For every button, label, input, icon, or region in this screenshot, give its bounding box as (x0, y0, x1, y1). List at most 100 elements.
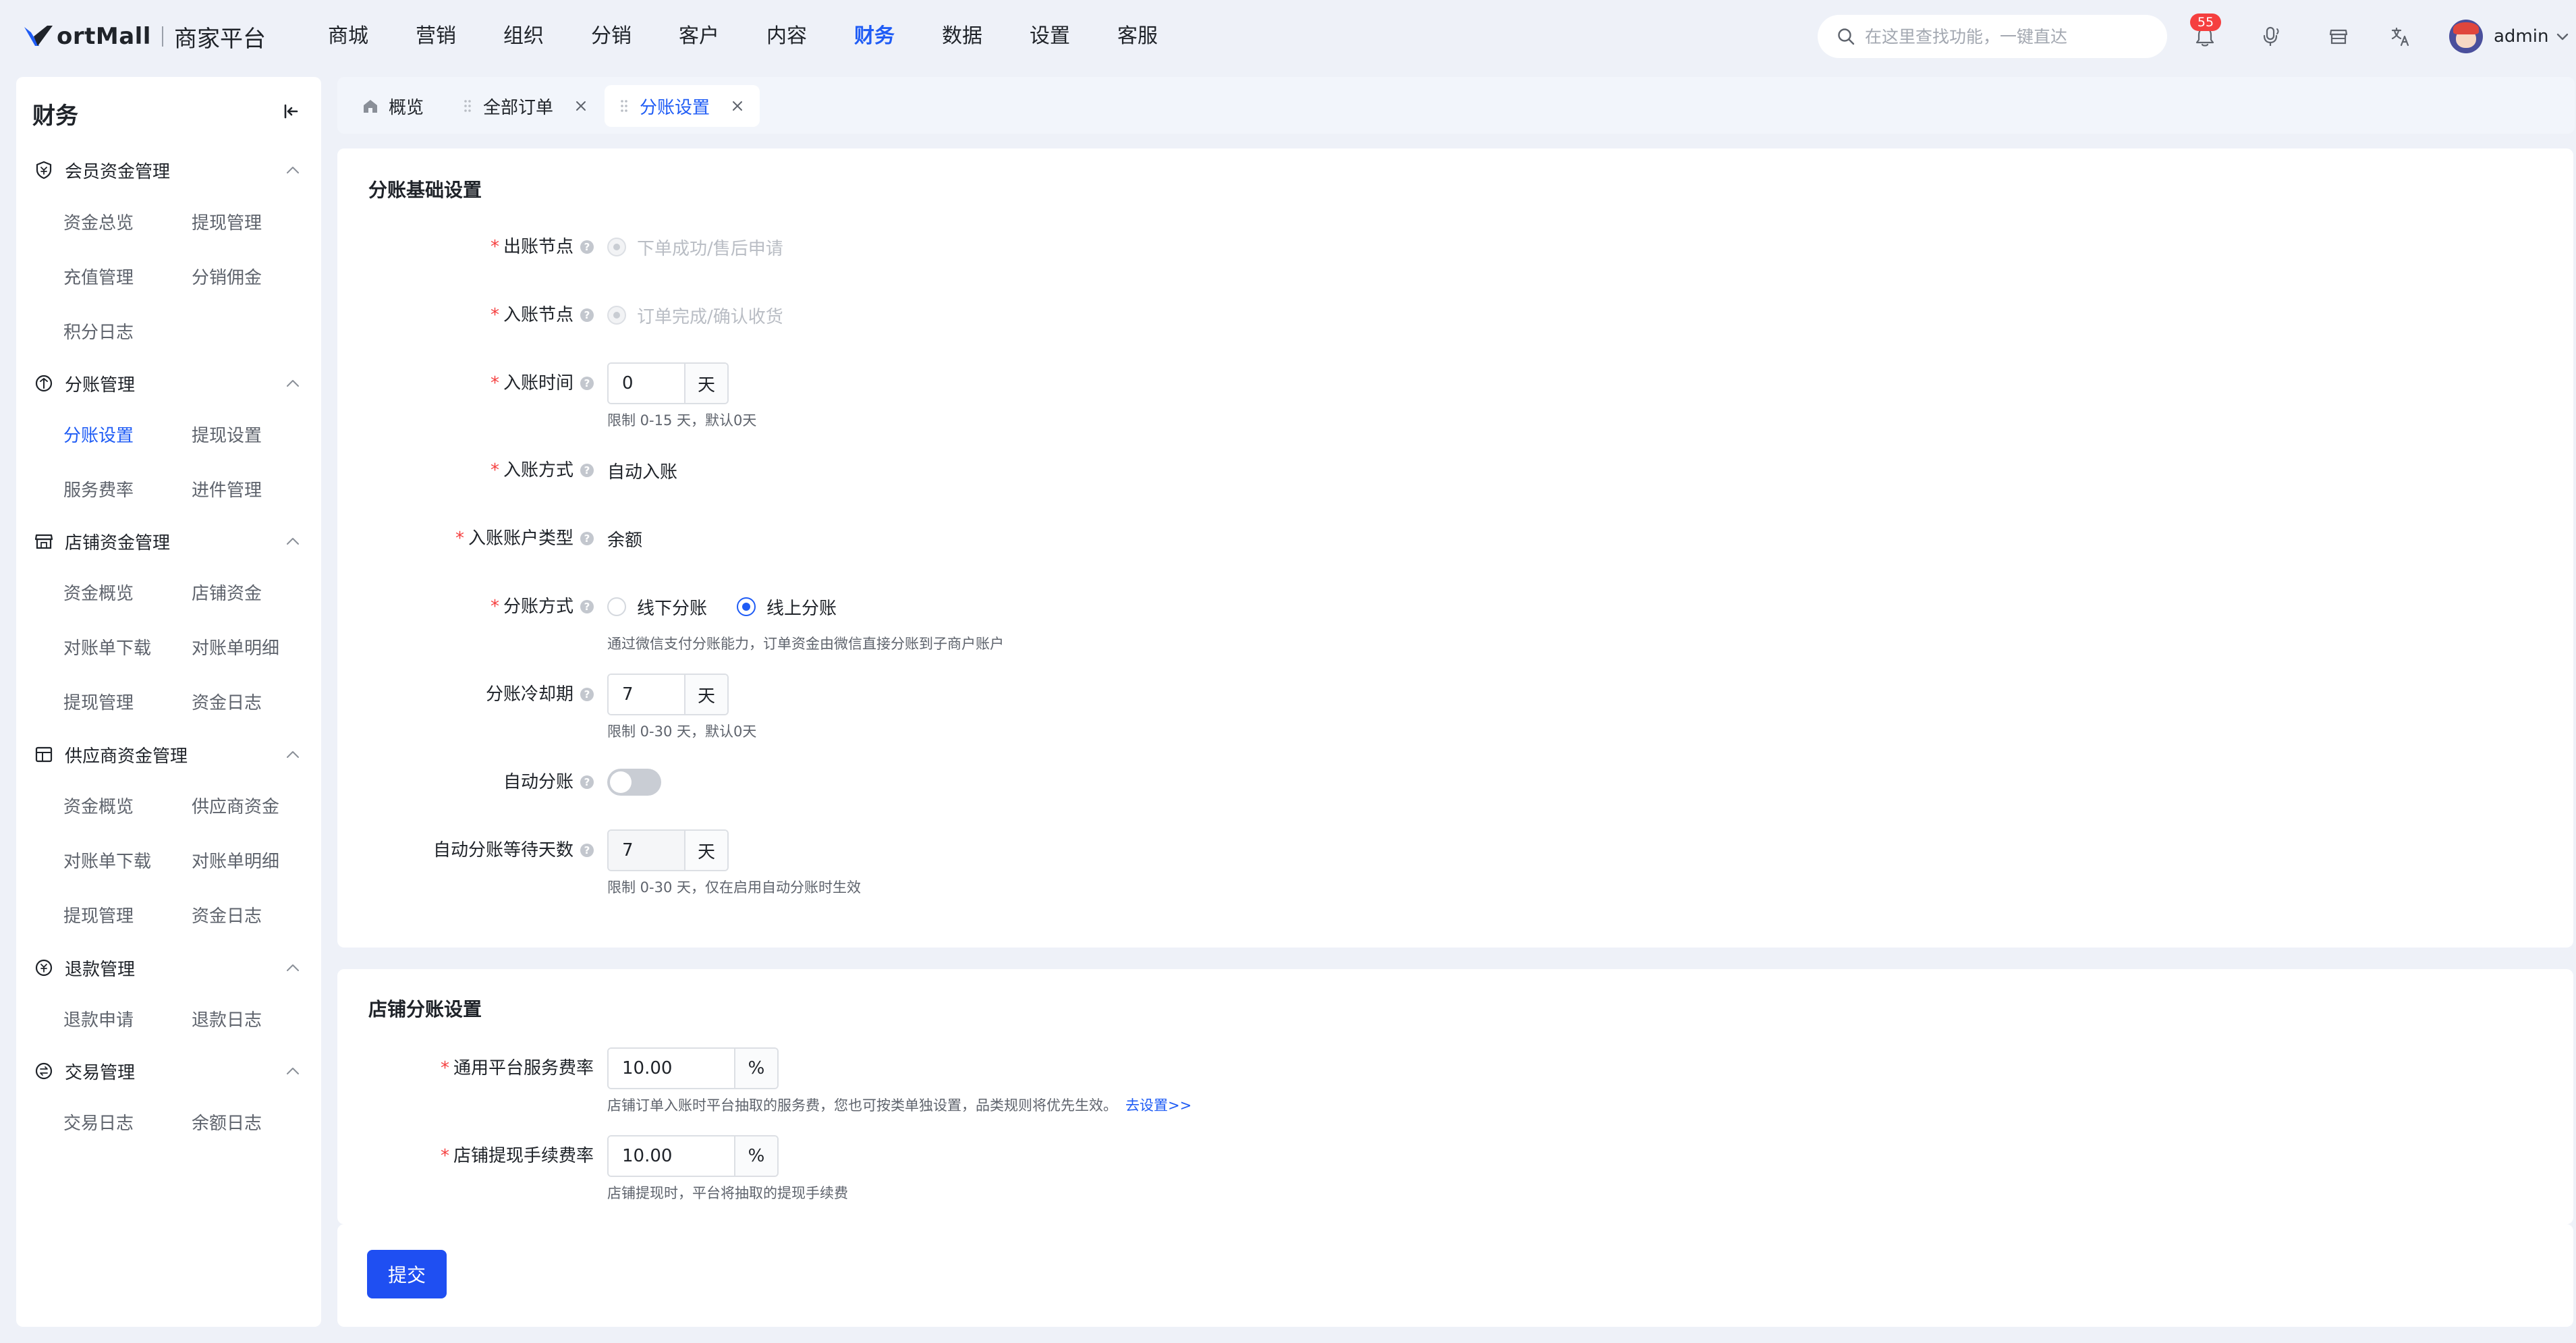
nav-item-mall[interactable]: 商城 (328, 20, 416, 53)
tab-all-orders[interactable]: 全部订单 (448, 85, 603, 127)
auto-split-toggle[interactable] (607, 769, 661, 796)
auto-wait-input[interactable] (609, 831, 684, 870)
chevron-up-icon (287, 538, 299, 545)
close-icon[interactable] (573, 99, 588, 113)
nav-item-distribution[interactable]: 分销 (591, 20, 679, 53)
help-icon[interactable]: ? (580, 377, 594, 390)
field-label: * 出账节点 ? (491, 226, 594, 268)
go-settings-link[interactable]: 去设置>> (1125, 1097, 1192, 1114)
sidebar-item-recharge-management[interactable]: 充值管理 (63, 264, 134, 289)
sidebar-item-refund-log[interactable]: 退款日志 (192, 1006, 262, 1031)
sidebar-item-distribution-commission[interactable]: 分销佣金 (192, 264, 262, 289)
field-control: 天 (607, 829, 729, 871)
field-hint: 店铺订单入账时平台抽取的服务费，您也可按类单独设置，品类规则将优先生效。 去设置>… (607, 1095, 1192, 1115)
unit-label: 天 (684, 831, 727, 870)
in-time-input[interactable] (609, 364, 684, 403)
submit-bar: 提交 (337, 1224, 2573, 1327)
help-icon[interactable]: ? (580, 532, 594, 545)
sidebar-group-header[interactable]: 交易管理 (16, 1052, 321, 1090)
sidebar-group-header[interactable]: 会员资金管理 (16, 151, 321, 189)
help-icon[interactable]: ? (580, 464, 594, 477)
sidebar-item-withdraw-settings[interactable]: 提现设置 (192, 422, 262, 447)
help-icon[interactable]: ? (580, 240, 594, 254)
sidebar-item-store-statement-detail[interactable]: 对账单明细 (192, 634, 279, 659)
sidebar-group-label: 分账管理 (65, 375, 136, 395)
sidebar-item-supplier-withdraw-management[interactable]: 提现管理 (63, 902, 134, 927)
chevron-down-icon (2557, 33, 2569, 40)
sidebar-item-store-fund-log[interactable]: 资金日志 (192, 689, 262, 714)
logo[interactable]: ortMall 商家平台 (23, 20, 266, 53)
hint-text: 店铺订单入账时平台抽取的服务费，您也可按类单独设置，品类规则将优先生效。 (607, 1097, 1117, 1114)
help-icon[interactable]: ? (580, 775, 594, 789)
cooldown-input[interactable] (609, 675, 684, 714)
sidebar-item-supplier-statement-detail[interactable]: 对账单明细 (192, 848, 279, 873)
notification-badge: 55 (2190, 13, 2221, 31)
sidebar-group-supplier-funds: 供应商资金管理 (16, 736, 321, 773)
sidebar-item-withdraw-management[interactable]: 提现管理 (192, 209, 262, 234)
voice-button[interactable] (2256, 22, 2286, 51)
radio-dot (607, 597, 626, 616)
sidebar-item-trade-log[interactable]: 交易日志 (63, 1109, 134, 1134)
label-text: 分账冷却期 (485, 684, 573, 705)
logo-subtitle: 商家平台 (173, 25, 266, 53)
nav-item-finance[interactable]: 财务 (854, 20, 942, 53)
split-mode-offline-radio[interactable]: 线下分账 (607, 595, 707, 620)
help-icon[interactable]: ? (580, 600, 594, 613)
sidebar-group-header[interactable]: 分账管理 (16, 364, 321, 402)
sidebar-item-store-statement-download[interactable]: 对账单下载 (63, 634, 151, 659)
help-icon[interactable]: ? (580, 688, 594, 701)
search-input[interactable] (1865, 26, 2162, 47)
help-icon[interactable]: ? (580, 308, 594, 322)
sidebar-item-onboarding-management[interactable]: 进件管理 (192, 476, 262, 501)
drag-handle-icon[interactable] (619, 97, 629, 115)
sidebar-group-header[interactable]: 供应商资金管理 (16, 736, 321, 773)
sidebar-group-header[interactable]: 退款管理 (16, 949, 321, 987)
tab-split-settings[interactable]: 分账设置 (605, 85, 760, 127)
sidebar-item-split-settings[interactable]: 分账设置 (63, 422, 134, 447)
sidebar-item-store-fund-overview[interactable]: 资金概览 (63, 580, 134, 605)
sidebar-item-refund-request[interactable]: 退款申请 (63, 1006, 134, 1031)
radio-dot (607, 306, 626, 325)
sidebar-item-store-funds[interactable]: 店铺资金 (192, 580, 262, 605)
collapse-sidebar-icon[interactable] (279, 100, 302, 123)
nav-item-marketing[interactable]: 营销 (416, 20, 503, 53)
platform-rate-input[interactable] (609, 1049, 734, 1088)
sidebar-item-balance-log[interactable]: 余额日志 (192, 1109, 262, 1134)
help-icon[interactable]: ? (580, 844, 594, 857)
nav-item-data[interactable]: 数据 (942, 20, 1030, 53)
sidebar-group-member-funds: 会员资金管理 (16, 151, 321, 189)
submit-button[interactable]: 提交 (367, 1250, 447, 1298)
close-icon[interactable] (730, 99, 745, 113)
sidebar-group-header[interactable]: 店铺资金管理 (16, 522, 321, 560)
sidebar-item-fund-overview[interactable]: 资金总览 (63, 209, 134, 234)
sidebar-item-supplier-fund-overview[interactable]: 资金概览 (63, 793, 134, 818)
split-mode-online-radio[interactable]: 线上分账 (737, 595, 837, 620)
sidebar-item-points-log[interactable]: 积分日志 (63, 319, 134, 344)
user-menu[interactable]: admin (2449, 19, 2570, 54)
store-switch-button[interactable] (2324, 22, 2353, 51)
split-icon (35, 375, 53, 392)
withdraw-rate-input[interactable] (609, 1136, 734, 1176)
sidebar-item-supplier-fund-log[interactable]: 资金日志 (192, 902, 262, 927)
required-mark: * (490, 460, 499, 481)
language-button[interactable] (2386, 22, 2415, 51)
global-search[interactable] (1818, 15, 2167, 58)
nav-item-organization[interactable]: 组织 (503, 20, 591, 53)
nav-item-customers[interactable]: 客户 (679, 20, 766, 53)
auto-wait-input-group: 天 (607, 829, 729, 871)
logo-divider (161, 26, 163, 47)
tab-overview[interactable]: 概览 (347, 85, 439, 127)
nav-item-settings[interactable]: 设置 (1030, 20, 1117, 53)
sidebar-item-supplier-funds[interactable]: 供应商资金 (192, 793, 279, 818)
nav-item-content[interactable]: 内容 (766, 20, 854, 53)
sidebar-item-supplier-statement-download[interactable]: 对账单下载 (63, 848, 151, 873)
required-mark: * (455, 528, 464, 549)
field-control: 天 (607, 674, 729, 715)
drag-handle-icon[interactable] (463, 97, 472, 115)
label-text: 店铺提现手续费率 (453, 1146, 594, 1166)
sidebar-item-store-withdraw-management[interactable]: 提现管理 (63, 689, 134, 714)
label-text: 入账节点 (503, 305, 573, 325)
nav-item-service[interactable]: 客服 (1117, 20, 1205, 53)
sidebar-item-service-rate[interactable]: 服务费率 (63, 476, 134, 501)
avatar (2449, 20, 2483, 53)
